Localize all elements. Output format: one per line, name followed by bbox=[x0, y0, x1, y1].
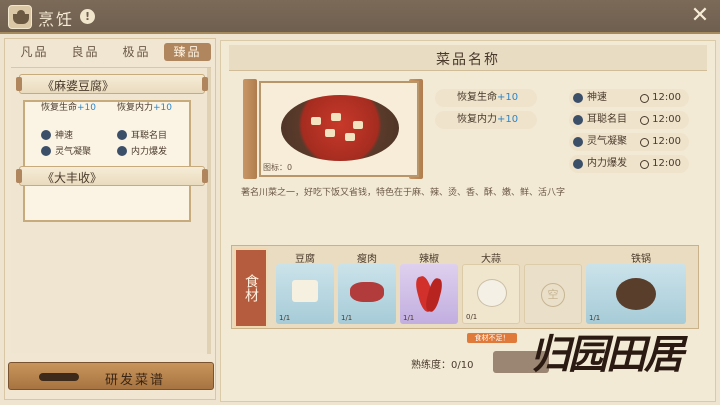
recipe-list: 《麻婆豆腐》 恢复生命+10 恢复内力+10 神速 耳聪名目 灵气凝聚 内力爆发… bbox=[11, 67, 211, 354]
tab-fanpin[interactable]: 凡品 bbox=[11, 43, 58, 61]
clock-icon bbox=[640, 159, 650, 169]
ingredient-tofu[interactable]: 1/1 bbox=[276, 264, 334, 324]
tab-zhenpin[interactable]: 臻品 bbox=[164, 43, 211, 61]
recipe-name: 《麻婆豆腐》 bbox=[42, 79, 115, 93]
speed-icon bbox=[41, 129, 51, 140]
info-icon[interactable]: ! bbox=[80, 9, 95, 24]
scrollbar[interactable] bbox=[207, 68, 211, 354]
recipe-buff-2: 耳聪名目 bbox=[117, 128, 167, 141]
ingredient-chili[interactable]: 1/1 bbox=[400, 264, 458, 324]
clock-icon bbox=[640, 93, 650, 103]
buff-spirit: 灵气凝聚 12:00 bbox=[569, 133, 689, 151]
tab-liangpin[interactable]: 良品 bbox=[62, 43, 109, 61]
clock-icon bbox=[640, 137, 650, 147]
spirit-icon bbox=[573, 137, 583, 147]
dish-title-bar: 菜品名称 bbox=[229, 45, 707, 71]
ingredient-name: 辣椒 bbox=[419, 254, 439, 265]
recipe-buff-4: 内力爆发 bbox=[117, 144, 167, 157]
speed-icon bbox=[573, 93, 583, 103]
tofu-icon bbox=[292, 280, 318, 302]
dish-description: 著名川菜之一，好吃下饭又省钱，特色在于麻、辣、烫、香、酥、嫩、鲜、活八字 bbox=[241, 188, 566, 198]
recipe-header-dafengshou[interactable]: 《大丰收》 bbox=[16, 166, 208, 186]
effect-hp: 恢复生命+10 bbox=[435, 89, 537, 107]
ingredient-garlic[interactable]: 0/1 bbox=[462, 264, 520, 324]
effect-mp: 恢复内力+10 bbox=[435, 111, 537, 129]
ingredient-iron-wok[interactable]: 1/1 bbox=[586, 264, 686, 324]
scroll-roller-left bbox=[243, 79, 257, 179]
recipe-buff-3: 灵气凝聚 bbox=[41, 144, 91, 157]
spirit-icon bbox=[41, 145, 51, 156]
recipe-buff-1: 神速 bbox=[41, 128, 73, 141]
game-logo-watermark: 归园田居 bbox=[530, 331, 684, 378]
dish-image-label: 图标：0 bbox=[263, 163, 293, 172]
ear-icon bbox=[573, 115, 583, 125]
page-title: 烹饪 bbox=[38, 10, 75, 29]
buff-burst: 内力爆发 12:00 bbox=[569, 155, 689, 173]
dish-image: 图标：0 bbox=[259, 81, 419, 177]
recipe-list-panel: 凡品 良品 极品 臻品 《麻婆豆腐》 恢复生命+10 恢复内力+10 神速 耳聪… bbox=[4, 38, 216, 400]
ingredient-name: 豆腐 bbox=[295, 254, 315, 265]
meat-icon bbox=[350, 282, 384, 302]
burst-icon bbox=[573, 159, 583, 169]
ingredients-area: 食材 豆腐 1/1 瘦肉 1/1 辣椒 1/1 大蒜 0/1 空 铁锅 1/1 bbox=[231, 245, 699, 329]
quality-tabs: 凡品 良品 极品 臻品 bbox=[11, 43, 211, 63]
ingredient-slot-empty[interactable]: 空 bbox=[524, 264, 582, 324]
close-icon[interactable]: ✕ bbox=[688, 4, 712, 28]
clock-icon bbox=[640, 115, 650, 125]
garlic-icon bbox=[477, 279, 507, 307]
ingredient-name: 铁锅 bbox=[631, 254, 651, 265]
proficiency-text: 熟练度：0/10 bbox=[411, 360, 474, 371]
recipe-card-mapo[interactable] bbox=[23, 100, 191, 222]
ingredient-name: 大蒜 bbox=[481, 254, 501, 265]
buff-speed: 神速 12:00 bbox=[569, 89, 689, 107]
recipe-stat-hp: 恢复生命+10 bbox=[41, 103, 97, 113]
ear-icon bbox=[117, 129, 127, 140]
dish-title: 菜品名称 bbox=[436, 52, 500, 68]
ingredient-name: 瘦肉 bbox=[357, 254, 377, 265]
wok-icon bbox=[39, 373, 79, 381]
buff-ear: 耳聪名目 12:00 bbox=[569, 111, 689, 129]
recipe-name: 《大丰收》 bbox=[42, 171, 103, 185]
recipe-header-mapo[interactable]: 《麻婆豆腐》 bbox=[16, 74, 208, 94]
ingredients-label: 食材 bbox=[234, 248, 268, 328]
tab-jipin[interactable]: 极品 bbox=[113, 43, 160, 61]
burst-icon bbox=[117, 145, 127, 156]
ingredient-lean-meat[interactable]: 1/1 bbox=[338, 264, 396, 324]
recipe-stat-mp: 恢复内力+10 bbox=[117, 103, 173, 113]
iron-wok-icon bbox=[616, 278, 656, 310]
cooking-pot-icon bbox=[8, 5, 32, 29]
insufficient-ingredients-badge: 食材不足！ bbox=[467, 333, 517, 343]
research-recipe-button[interactable]: 研发菜谱 bbox=[8, 362, 214, 390]
top-bar: 烹饪 ! ✕ bbox=[0, 0, 720, 34]
empty-slot-mark: 空 bbox=[541, 283, 565, 307]
mapo-tofu-illustration bbox=[281, 95, 399, 161]
